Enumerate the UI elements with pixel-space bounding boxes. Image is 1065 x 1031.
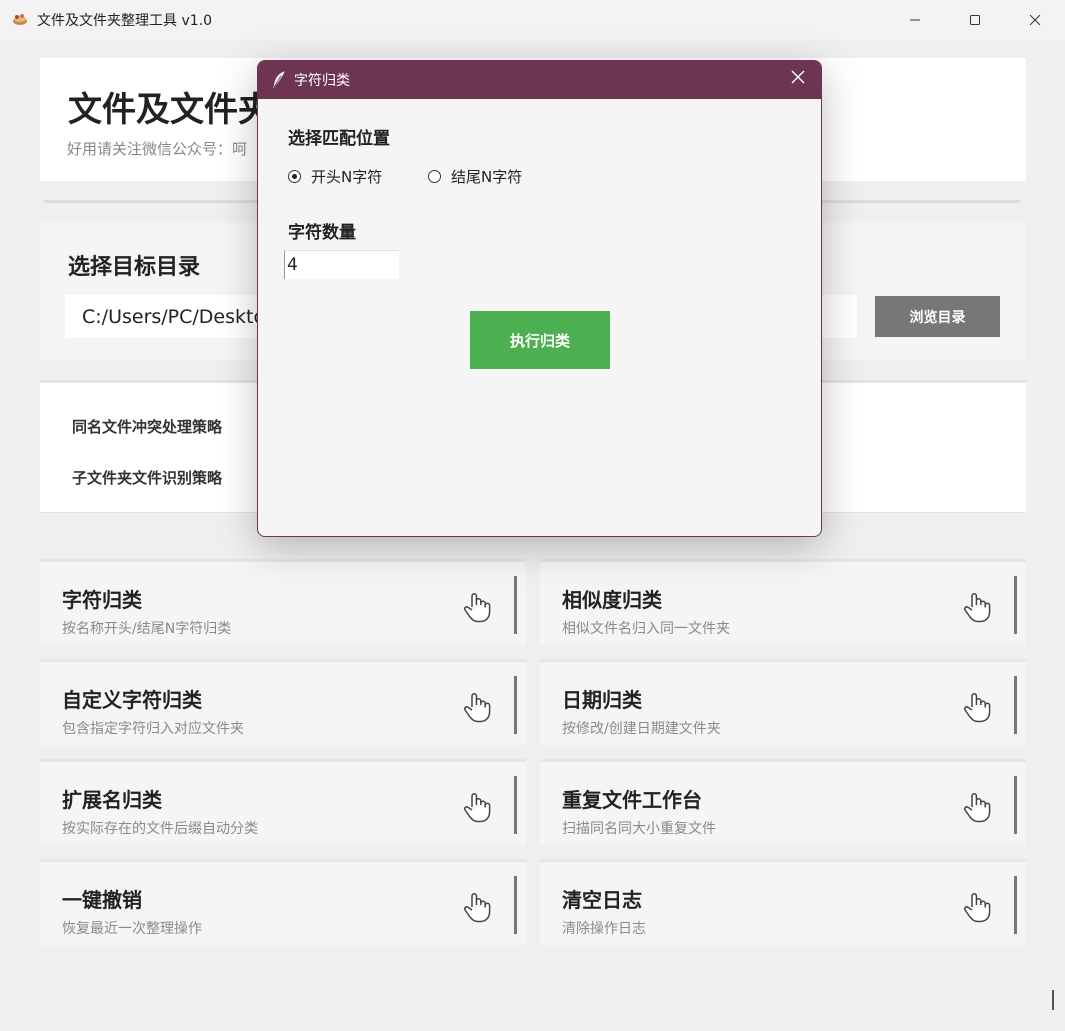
radio-end-n-chars[interactable]: 结尾N字符 [428,166,522,187]
char-count-heading: 字符数量 [288,223,356,243]
feature-title: 重复文件工作台 [562,788,702,812]
hand-pointer-icon [464,593,491,623]
dialog-titlebar: 字符归类 [258,61,821,99]
radio-indicator[interactable] [288,170,301,183]
feature-card-similarity-classify[interactable]: 相似度归类 相似文件名归入同一文件夹 [540,559,1026,645]
maximize-button[interactable] [950,0,1000,40]
feature-description: 按修改/创建日期建文件夹 [562,721,721,737]
hand-pointer-icon [964,693,991,723]
feature-description: 按实际存在的文件后缀自动分类 [62,821,258,837]
hand-pointer-icon [964,593,991,623]
subfolder-strategy-label: 子文件夹文件识别策略 [72,469,223,487]
radio-start-n-chars[interactable]: 开头N字符 [288,166,382,187]
char-count-input[interactable] [284,250,399,279]
feature-title: 日期归类 [562,688,642,712]
hand-pointer-icon [464,793,491,823]
browse-directory-button[interactable]: 浏览目录 [875,296,1000,337]
accent-bar [1014,576,1017,634]
close-icon [1029,14,1041,26]
feature-card-extension-classify[interactable]: 扩展名归类 按实际存在的文件后缀自动分类 [40,759,526,845]
feature-title: 清空日志 [562,888,642,912]
accent-bar [514,776,517,834]
feature-title: 相似度归类 [562,588,662,612]
feature-description: 相似文件名归入同一文件夹 [562,621,730,637]
scrollbar-thumb[interactable] [1052,990,1054,1010]
window-titlebar: 文件及文件夹整理工具 v1.0 [0,0,1065,40]
page-subtitle: 好用请关注微信公众号：呵 [67,140,248,158]
feature-card-duplicate-workbench[interactable]: 重复文件工作台 扫描同名同大小重复文件 [540,759,1026,845]
radio-label: 开头N字符 [311,168,383,186]
execute-classify-button[interactable]: 执行归类 [470,311,610,369]
conflict-strategy-label: 同名文件冲突处理策略 [72,418,223,436]
feature-title: 自定义字符归类 [62,688,202,712]
close-icon [791,70,805,84]
match-position-heading: 选择匹配位置 [288,129,390,149]
hand-pointer-icon [964,793,991,823]
feature-description: 按名称开头/结尾N字符归类 [62,621,232,637]
minimize-button[interactable] [890,0,940,40]
target-directory-heading: 选择目标目录 [68,255,201,280]
accent-bar [1014,676,1017,734]
accent-bar [514,576,517,634]
feature-description: 包含指定字符归入对应文件夹 [62,721,244,737]
close-button[interactable] [1010,0,1060,40]
page-title: 文件及文件夹 [68,90,272,130]
dialog-close-button[interactable] [791,69,805,89]
radio-indicator[interactable] [428,170,441,183]
hand-pointer-icon [964,893,991,923]
feature-title: 一键撤销 [62,888,142,912]
dialog-title: 字符归类 [294,73,350,89]
minimize-icon [910,19,920,21]
feature-title: 扩展名归类 [62,788,162,812]
feature-description: 恢复最近一次整理操作 [62,921,202,937]
app-logo-icon [13,14,27,25]
feather-icon [273,71,285,89]
feature-card-undo[interactable]: 一键撤销 恢复最近一次整理操作 [40,859,526,945]
feature-card-custom-char-classify[interactable]: 自定义字符归类 包含指定字符归入对应文件夹 [40,659,526,745]
window-title: 文件及文件夹整理工具 v1.0 [37,13,212,29]
hand-pointer-icon [464,893,491,923]
feature-card-char-classify[interactable]: 字符归类 按名称开头/结尾N字符归类 [40,559,526,645]
accent-bar [514,876,517,934]
accent-bar [514,676,517,734]
char-classify-dialog: 字符归类 选择匹配位置 开头N字符 结尾N字符 字符数量 执行归类 [257,60,822,537]
maximize-icon [970,15,980,25]
feature-description: 清除操作日志 [562,921,646,937]
hand-pointer-icon [464,693,491,723]
accent-bar [1014,776,1017,834]
accent-bar [1014,876,1017,934]
feature-card-clear-log[interactable]: 清空日志 清除操作日志 [540,859,1026,945]
feature-description: 扫描同名同大小重复文件 [562,821,716,837]
feature-card-date-classify[interactable]: 日期归类 按修改/创建日期建文件夹 [540,659,1026,745]
feature-title: 字符归类 [62,588,142,612]
radio-label: 结尾N字符 [451,168,523,186]
